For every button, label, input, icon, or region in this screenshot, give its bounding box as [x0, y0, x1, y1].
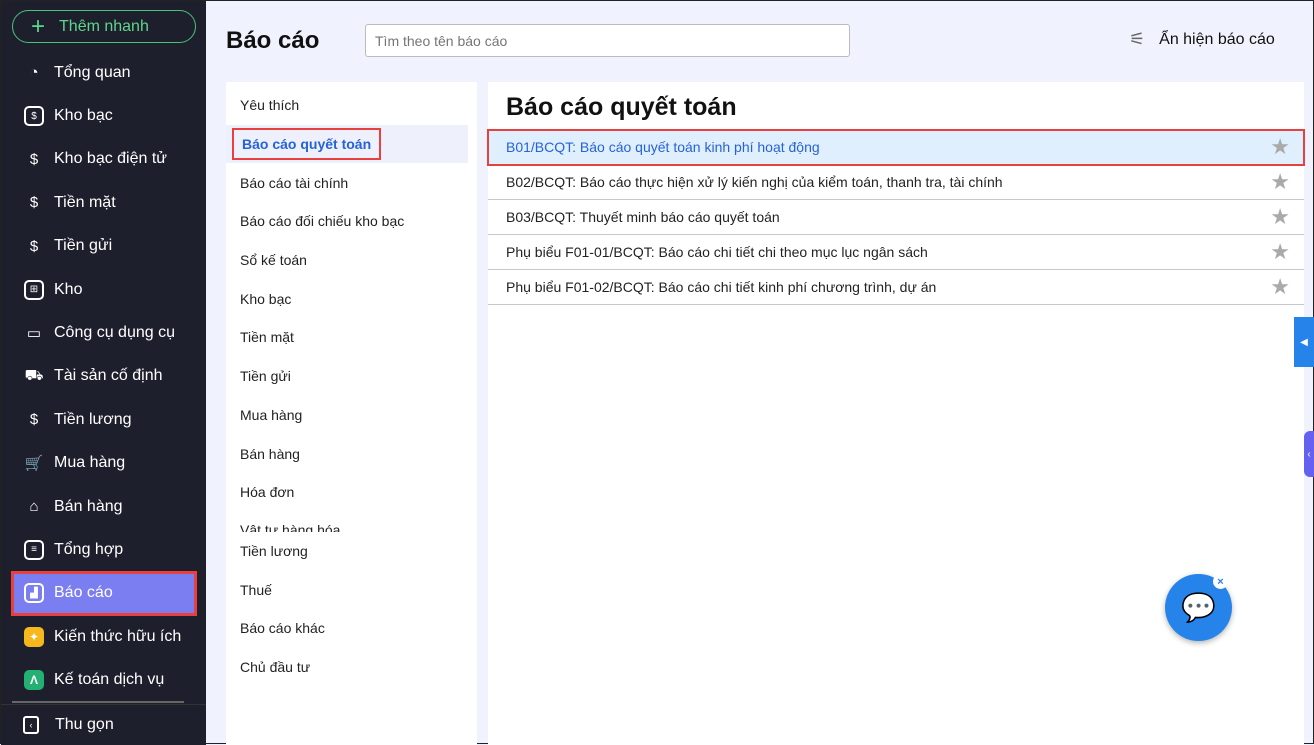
category-item[interactable]: Kho bạc: [226, 279, 477, 318]
store-icon: ⌂: [29, 498, 39, 516]
category-item[interactable]: Sổ kế toán: [226, 241, 477, 280]
category-item[interactable]: Tiền lương: [226, 532, 477, 571]
category-item[interactable]: Hóa đơn: [226, 473, 477, 512]
sidebar-item-13[interactable]: ✦ Kiến thức hữu ích: [12, 615, 196, 658]
sliders-icon: ⚟: [1129, 29, 1146, 49]
service-logo-icon: Λ: [24, 670, 44, 691]
divider: [12, 701, 184, 703]
sidebar: + Thêm nhanh ◔ Tổng quan $ Kho bạc $ Kho bạc đ…: [1, 1, 206, 745]
category-item[interactable]: Báo cáo tài chính: [226, 163, 477, 202]
e-treasury-icon: $: [29, 150, 39, 168]
report-row[interactable]: B01/BCQT: Báo cáo quyết toán kinh phí ho…: [487, 129, 1305, 166]
deposit-icon: $: [29, 237, 39, 255]
search-input[interactable]: [365, 24, 850, 57]
sidebar-item-2[interactable]: $ Kho bạc điện tử: [12, 138, 196, 181]
section-heading: Báo cáo quyết toán: [506, 93, 737, 121]
category-item[interactable]: Vật tư hàng hóa: [226, 512, 477, 532]
truck-icon: ⛟: [24, 366, 44, 384]
category-list: Yêu thích Báo cáo quyết toán Báo cáo tài c…: [226, 82, 477, 745]
sidebar-item-5[interactable]: ⊞ Kho: [12, 268, 196, 311]
star-icon[interactable]: ★: [1270, 274, 1290, 300]
report-row[interactable]: Phụ biểu F01-01/BCQT: Báo cáo chi tiết c…: [488, 235, 1304, 270]
category-item[interactable]: Chủ đầu tư: [226, 648, 477, 687]
category-item[interactable]: Báo cáo đối chiếu kho bạc: [226, 202, 477, 241]
ledger-icon: ≡: [24, 539, 44, 560]
sidebar-item-1[interactable]: $ Kho bạc: [12, 94, 196, 137]
sidebar-item-6[interactable]: ▭ Công cụ dụng cụ: [12, 311, 196, 354]
expand-tab[interactable]: ‹: [1304, 431, 1314, 477]
report-chart-icon: ▟: [24, 583, 44, 604]
star-icon[interactable]: ★: [1270, 134, 1290, 160]
treasury-icon: $: [24, 106, 44, 127]
page-title: Báo cáo: [226, 27, 320, 54]
category-item[interactable]: Tiền mặt: [226, 318, 477, 357]
category-item[interactable]: Báo cáo quyết toán: [226, 124, 468, 164]
category-item[interactable]: Báo cáo khác: [226, 609, 477, 648]
category-item[interactable]: Thuế: [226, 570, 477, 609]
plus-icon: +: [31, 12, 46, 40]
tools-icon: ▭: [26, 325, 42, 343]
pie-chart-icon: ◔: [29, 64, 39, 82]
collapse-button[interactable]: ‹ Thu gọn: [1, 704, 206, 745]
sidebar-item-10[interactable]: ⌂ Bán hàng: [12, 485, 196, 528]
chat-close-icon[interactable]: ×: [1213, 574, 1228, 589]
cart-icon: 🛒: [24, 455, 44, 473]
category-item[interactable]: Yêu thích: [226, 86, 477, 125]
sidebar-item-7[interactable]: ⛟ Tài sản cố định: [12, 355, 196, 398]
warehouse-icon: ⊞: [24, 279, 44, 300]
category-item[interactable]: Tiền gửi: [226, 357, 477, 396]
cash-wallet-icon: $: [29, 194, 39, 212]
side-panel-toggle[interactable]: ◀: [1294, 317, 1314, 367]
report-row[interactable]: B02/BCQT: Báo cáo thực hiện xử lý kiến n…: [488, 165, 1304, 200]
star-icon[interactable]: ★: [1270, 239, 1290, 265]
star-icon[interactable]: ★: [1270, 204, 1290, 230]
category-item[interactable]: Mua hàng: [226, 396, 477, 435]
sidebar-item-14[interactable]: Λ Kế toán dịch vụ: [12, 658, 196, 701]
report-row[interactable]: Phụ biểu F01-02/BCQT: Báo cáo chi tiết k…: [488, 270, 1304, 305]
sidebar-item-12[interactable]: ▟ Báo cáo: [11, 570, 197, 617]
category-item[interactable]: Bán hàng: [226, 434, 477, 473]
book-icon: ✦: [24, 626, 44, 647]
briefcase-icon: $: [29, 411, 39, 429]
quick-add-button[interactable]: + Thêm nhanh: [12, 10, 196, 43]
sidebar-item-11[interactable]: ≡ Tổng hợp: [12, 528, 196, 571]
star-icon[interactable]: ★: [1270, 169, 1290, 195]
sidebar-item-0[interactable]: ◔ Tổng quan: [12, 51, 196, 94]
sidebar-item-4[interactable]: $ Tiền gửi: [12, 225, 196, 268]
collapse-icon: ‹: [23, 716, 39, 734]
report-row[interactable]: B03/BCQT: Thuyết minh báo cáo quyết toán…: [488, 200, 1304, 235]
toggle-reports-button[interactable]: ⚟ Ẩn hiện báo cáo: [1129, 29, 1275, 50]
report-panel: Báo cáo quyết toán B01/BCQT: Báo cáo quy…: [487, 82, 1305, 745]
chat-icon: 💬: [1181, 592, 1216, 623]
sidebar-item-8[interactable]: $ Tiền lương: [12, 398, 196, 441]
sidebar-nav: ◔ Tổng quan $ Kho bạc $ Kho bạc điện tử $ Tiền …: [11, 51, 197, 702]
sidebar-item-9[interactable]: 🛒 Mua hàng: [12, 442, 196, 485]
sidebar-item-3[interactable]: $ Tiền mặt: [12, 181, 196, 224]
